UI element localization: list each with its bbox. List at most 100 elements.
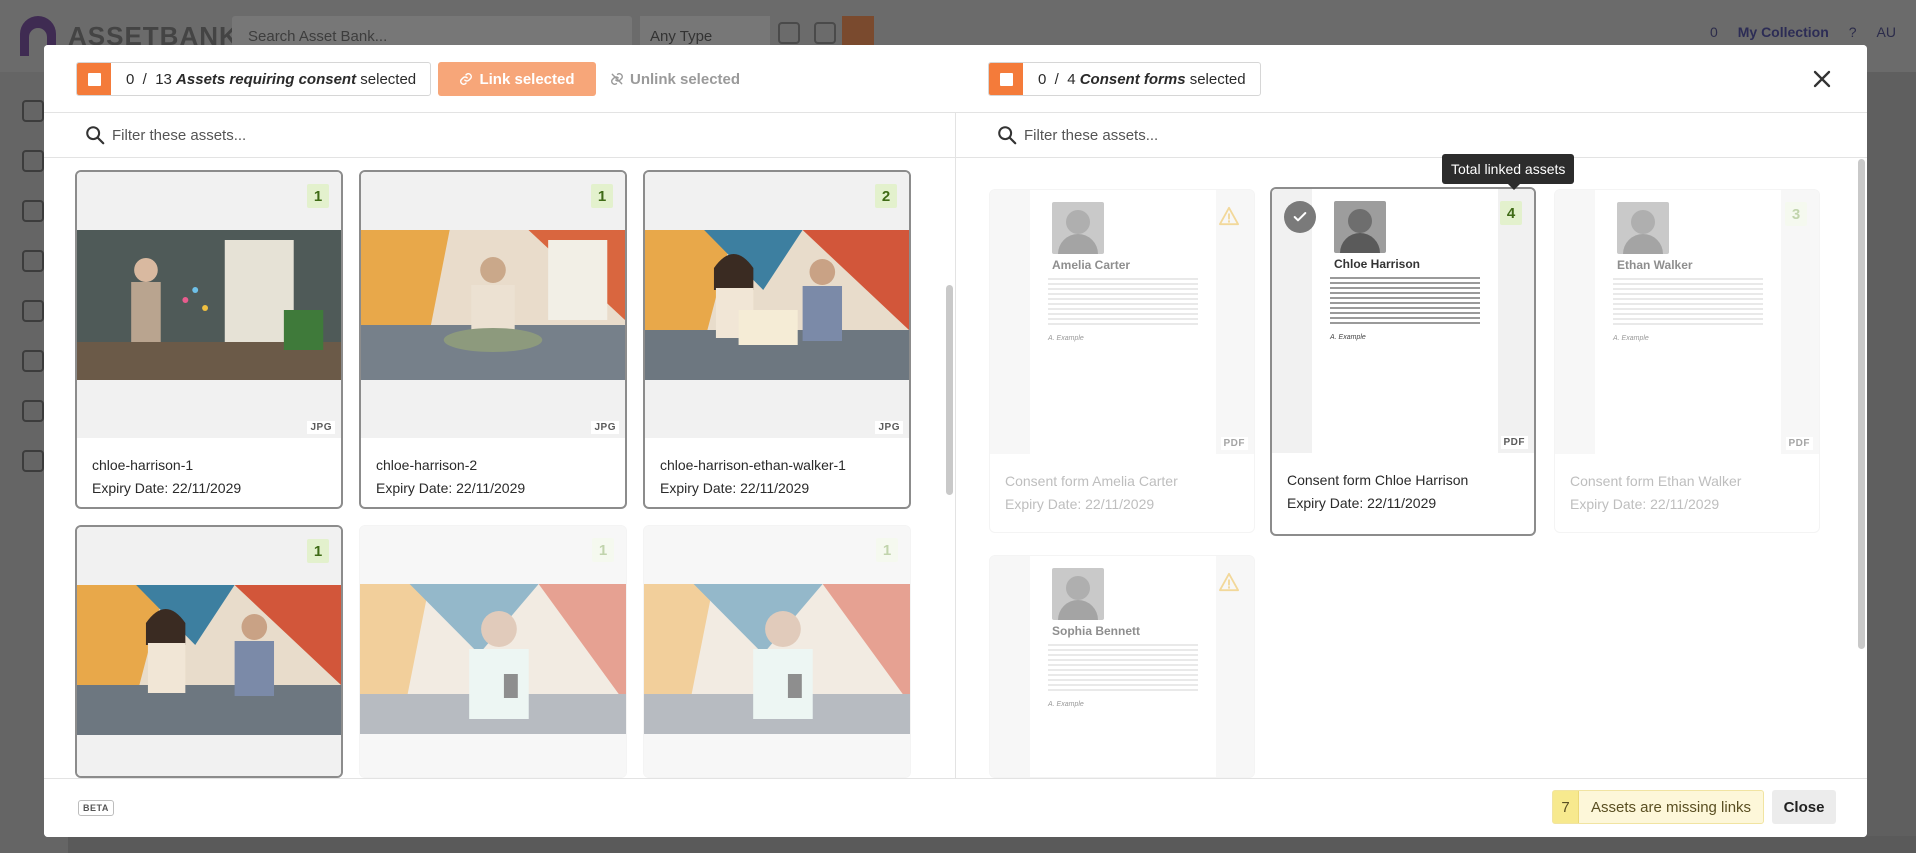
- asset-card[interactable]: 1: [75, 525, 343, 778]
- asset-card[interactable]: 1 JPG chloe-harrison-1 Expiry Date: 22/1…: [75, 170, 343, 509]
- person-photo: [1052, 568, 1104, 620]
- consent-card[interactable]: Ethan Walker A. Example 3 PDF Consent fo…: [1554, 189, 1820, 533]
- asset-expiry: Expiry Date: 22/11/2029: [92, 480, 242, 496]
- document-signature: A. Example: [1330, 334, 1366, 341]
- asset-filter-input[interactable]: [112, 126, 412, 144]
- asset-thumbnail: 1: [77, 527, 341, 776]
- asset-thumbnail: 1: [360, 526, 626, 777]
- close-icon[interactable]: [1808, 65, 1836, 93]
- sliders-icon[interactable]: [778, 22, 800, 44]
- consent-thumbnail: Chloe Harrison A. Example 4 PDF: [1272, 189, 1534, 453]
- consent-selection-counter: 0 / 4 Consent forms selected: [988, 62, 1261, 96]
- assets-label: Assets requiring consent: [176, 70, 357, 88]
- consent-label: Consent forms: [1079, 70, 1186, 88]
- asset-expiry: Expiry Date: 22/11/2029: [376, 480, 526, 496]
- folder-icon[interactable]: [22, 200, 44, 222]
- missing-links-indicator[interactable]: 7 Assets are missing links: [1552, 790, 1765, 824]
- unlink-selected-button[interactable]: Unlink selected: [610, 62, 740, 96]
- asset-pane-scrollbar[interactable]: [946, 285, 953, 495]
- collection-count: 0: [1709, 24, 1718, 40]
- asset-card[interactable]: 1 JPG chloe-harrison-2 Expiry Date: 22/1…: [359, 170, 627, 509]
- check-icon[interactable]: [22, 300, 44, 322]
- consent-selected-word: selected: [1189, 70, 1246, 88]
- consent-card-selected[interactable]: Chloe Harrison A. Example 4 PDF Consent …: [1270, 187, 1536, 536]
- user-avatar[interactable]: AU: [1877, 24, 1896, 40]
- assets-selection-counter: 0 / 13 Assets requiring consent selected: [76, 62, 432, 96]
- linked-count-badge[interactable]: 4: [1500, 201, 1522, 225]
- linked-count-badge: 1: [876, 538, 898, 562]
- file-type-label: PDF: [1500, 436, 1528, 449]
- close-button[interactable]: Close: [1772, 790, 1836, 824]
- checklist-icon[interactable]: [22, 450, 44, 472]
- unlink-icon: [611, 73, 623, 85]
- asset-image: [361, 230, 625, 380]
- search-icon[interactable]: [22, 150, 44, 172]
- file-type-label: JPG: [307, 421, 335, 434]
- help-link[interactable]: ?: [1849, 24, 1857, 40]
- document-signature: A. Example: [1048, 701, 1084, 708]
- linked-count-badge: 1: [591, 184, 613, 208]
- selected-check-icon[interactable]: [1284, 201, 1316, 233]
- modal-footer: BETA 7 Assets are missing links Close: [44, 778, 1867, 837]
- person-photo: [1052, 202, 1104, 254]
- linked-count-badge: 1: [307, 539, 329, 563]
- consent-thumbnail: Sophia Bennett A. Example: [990, 556, 1254, 777]
- consent-thumbnail: Amelia Carter A. Example PDF: [990, 190, 1254, 454]
- camera-icon[interactable]: [814, 22, 836, 44]
- home-icon[interactable]: [22, 100, 44, 122]
- cloud-icon[interactable]: [22, 400, 44, 422]
- search-icon: [86, 126, 105, 145]
- asset-card[interactable]: 2 JPG chloe-harrison-ethan-walker-1 Expi…: [643, 170, 911, 509]
- star-icon[interactable]: [22, 250, 44, 272]
- assets-selected-word: selected: [360, 70, 417, 88]
- consent-thumbnail: Ethan Walker A. Example 3 PDF: [1555, 190, 1819, 454]
- asset-thumbnail: 2 JPG: [645, 172, 909, 438]
- asset-card[interactable]: 1: [643, 525, 911, 778]
- assets-selected-count: 0: [126, 70, 135, 88]
- linked-count-badge: 2: [875, 184, 897, 208]
- consent-document-preview: Ethan Walker A. Example: [1595, 190, 1781, 454]
- file-type-label: PDF: [1220, 437, 1248, 450]
- consent-title: Consent form Chloe Harrison: [1287, 472, 1469, 488]
- asset-thumbnail: 1 JPG: [361, 172, 625, 438]
- consent-document-preview: Chloe Harrison A. Example: [1312, 189, 1498, 453]
- select-all-assets-checkbox[interactable]: [77, 63, 111, 95]
- search-icon: [998, 126, 1017, 145]
- asset-name: chloe-harrison-2: [376, 457, 478, 473]
- asset-name: chloe-harrison-1: [92, 457, 194, 473]
- file-type-label: PDF: [1785, 437, 1813, 450]
- consent-expiry: Expiry Date: 22/11/2029: [1287, 495, 1437, 511]
- consent-filter-row: [956, 113, 1867, 158]
- unlink-selected-label: Unlink selected: [630, 70, 741, 88]
- consent-pane-scrollbar[interactable]: [1858, 159, 1865, 649]
- consent-card[interactable]: Sophia Bennett A. Example: [989, 555, 1255, 778]
- asset-image: [360, 584, 626, 734]
- upload-icon[interactable]: [22, 350, 44, 372]
- select-all-consent-checkbox[interactable]: [989, 63, 1023, 95]
- linked-assets-tooltip: Total linked assets: [1442, 154, 1575, 190]
- pane-divider: [955, 113, 956, 778]
- person-photo: [1334, 201, 1386, 253]
- asset-image: [645, 230, 909, 380]
- my-collection-link[interactable]: My Collection: [1738, 24, 1829, 40]
- consent-link-modal: 0 / 13 Assets requiring consent selected…: [44, 45, 1867, 837]
- asset-image: [77, 585, 341, 735]
- file-type-label: JPG: [875, 421, 903, 434]
- document-person-name: Amelia Carter: [1052, 258, 1131, 272]
- consent-title: Consent form Ethan Walker: [1570, 473, 1742, 489]
- asset-expiry: Expiry Date: 22/11/2029: [660, 480, 810, 496]
- consent-card[interactable]: Amelia Carter A. Example PDF Consent for…: [989, 189, 1255, 533]
- link-icon: [460, 73, 473, 85]
- consent-document-preview: Amelia Carter A. Example: [1030, 190, 1216, 454]
- link-selected-button[interactable]: Link selected: [438, 62, 596, 96]
- link-selected-label: Link selected: [479, 70, 575, 88]
- consent-filter-input[interactable]: [1024, 126, 1324, 144]
- document-person-name: Chloe Harrison: [1334, 257, 1421, 271]
- consent-expiry: Expiry Date: 22/11/2029: [1005, 496, 1155, 512]
- linked-count-badge: 1: [307, 184, 329, 208]
- missing-links-label: Assets are missing links: [1591, 798, 1752, 816]
- consent-title: Consent form Amelia Carter: [1005, 473, 1178, 489]
- asset-card[interactable]: 1: [359, 525, 627, 778]
- consent-expiry: Expiry Date: 22/11/2029: [1570, 496, 1720, 512]
- asset-thumbnail: 1: [644, 526, 910, 777]
